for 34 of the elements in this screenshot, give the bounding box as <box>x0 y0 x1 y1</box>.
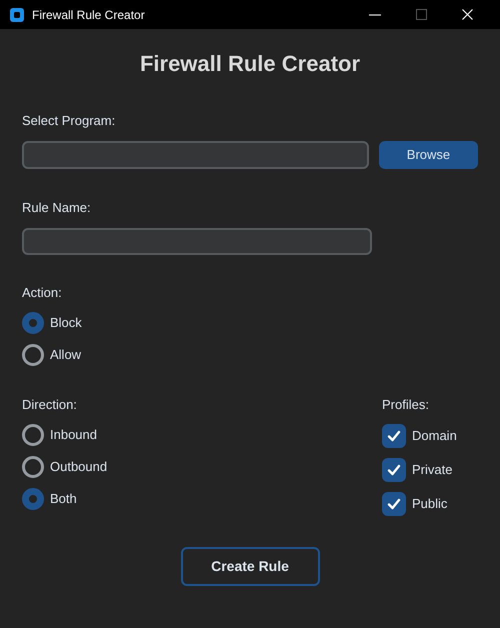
close-icon <box>462 9 472 20</box>
radio-label: Outbound <box>50 458 108 476</box>
radio-button[interactable] <box>22 312 44 334</box>
section-label: Action: <box>22 285 62 301</box>
checkbox[interactable] <box>382 424 406 448</box>
checkmark-icon <box>386 496 402 512</box>
radio-button[interactable] <box>22 424 44 446</box>
heading: Firewall Rule Creator <box>140 51 360 77</box>
program-field[interactable] <box>22 141 369 169</box>
radio-label: Inbound <box>50 426 97 444</box>
checkbox-label: Private <box>412 461 452 480</box>
app-icon <box>10 8 24 22</box>
checkbox[interactable] <box>382 458 406 482</box>
checkmark-icon <box>386 462 402 478</box>
field-label: Select Program: <box>22 113 116 129</box>
create-rule-button[interactable]: Create Rule <box>180 547 320 586</box>
radio-button[interactable] <box>22 488 44 510</box>
radio-label: Allow <box>50 346 82 364</box>
checkbox-label: Public <box>412 495 448 514</box>
section-label: Profiles: <box>382 397 429 413</box>
field-label: Rule Name: <box>22 200 91 216</box>
checkbox-label: Domain <box>412 427 457 446</box>
radio-label: Block <box>50 314 82 332</box>
radio-label: Both <box>50 490 77 508</box>
rule-name-field[interactable] <box>22 228 372 255</box>
section-label: Direction: <box>22 397 77 413</box>
maximize-icon <box>416 9 426 20</box>
checkbox[interactable] <box>382 492 406 516</box>
radio-button[interactable] <box>22 456 44 478</box>
radio-button[interactable] <box>22 344 44 366</box>
window-title: Firewall Rule Creator <box>32 6 145 24</box>
minimize-icon <box>369 14 381 16</box>
checkmark-icon <box>386 428 402 444</box>
browse-button[interactable]: Browse <box>378 141 478 169</box>
